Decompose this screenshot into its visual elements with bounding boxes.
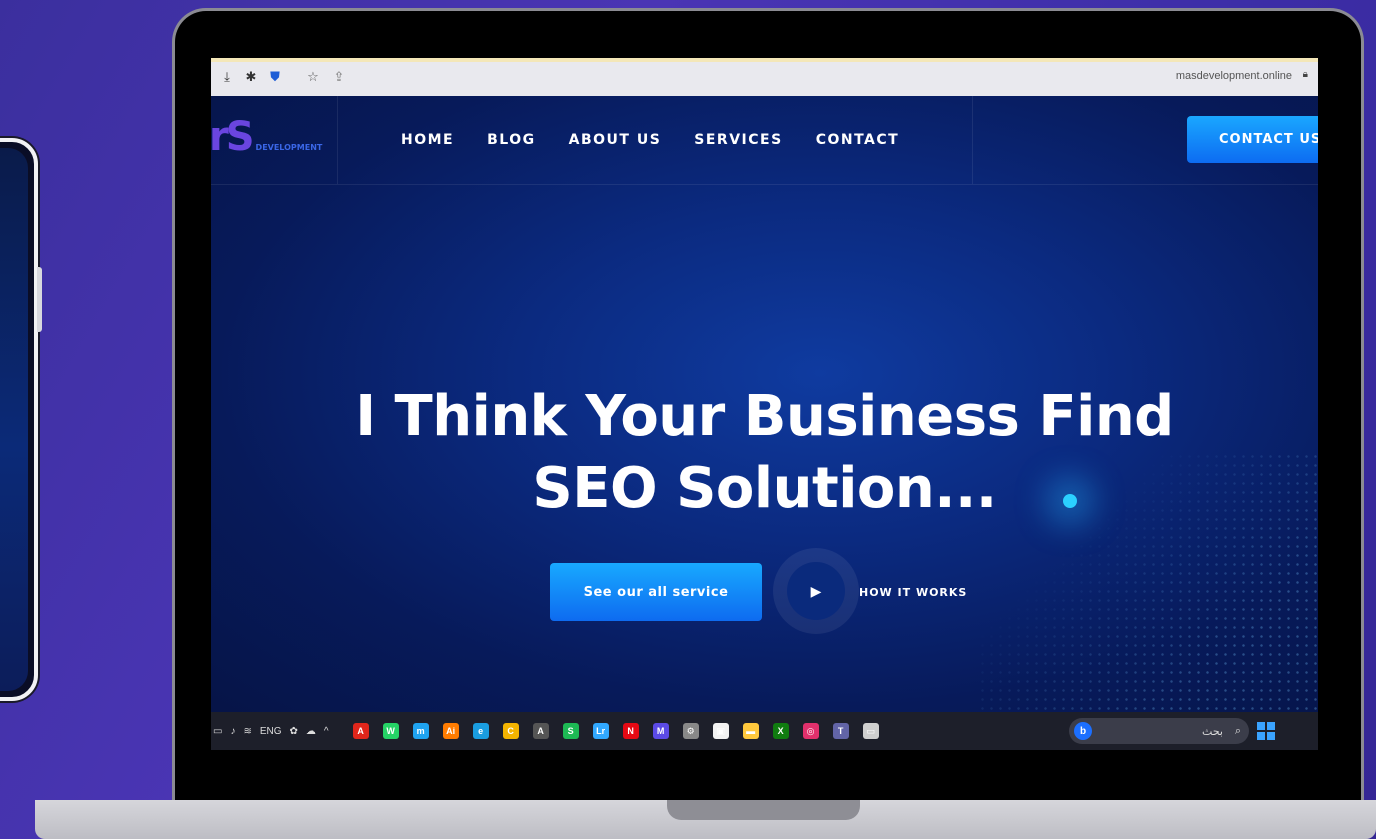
play-icon: ▶ <box>787 562 845 620</box>
main-nav: HOME BLOG ABOUT US SERVICES CONTACT <box>401 132 899 148</box>
bing-icon: b <box>1074 722 1092 740</box>
hero-line-1: I Think Your Business Find <box>355 384 1174 449</box>
xbox-icon[interactable]: X <box>772 723 789 739</box>
messenger-icon[interactable]: m <box>412 723 429 739</box>
app-a-icon[interactable]: A <box>532 723 549 739</box>
contact-us-button[interactable]: CONTACT US <box>1187 116 1318 163</box>
share-icon[interactable]: ⇪ <box>331 69 347 85</box>
lightroom-icon[interactable]: Lr <box>592 723 609 739</box>
browser-toolbar: ⤓ ✱ ⛊ ☆ ⇪ masdevelopment.online 🔒︎ <box>211 58 1318 96</box>
website-viewport: rS DEVELOPMENT HOME BLOG ABOUT US SERVICE… <box>211 96 1318 712</box>
window-icon[interactable]: ▭ <box>862 723 879 739</box>
netflix-icon[interactable]: N <box>622 723 639 739</box>
see-all-services-button[interactable]: See our all service <box>550 563 762 621</box>
edge-icon[interactable]: e <box>472 723 489 739</box>
laptop-screen: ⤓ ✱ ⛊ ☆ ⇪ masdevelopment.online 🔒︎ rS DEV… <box>211 58 1318 750</box>
hero-line-2: SEO Solution... <box>532 456 997 521</box>
language-indicator[interactable]: ENG <box>260 726 282 737</box>
taskbar-apps: A Wm Ai e C A S Lr N M ⚙ ▣ ▬ X ◎ T ▭ <box>352 723 879 739</box>
nav-services[interactable]: SERVICES <box>694 132 782 148</box>
windows-taskbar: ▭ ♪ ≋ ENG ✿ ☁ ^ A Wm Ai e C A S Lr N M ⚙ ▣ ▬ X ◎ T ▭ b ب… <box>211 712 1318 750</box>
teams-icon[interactable]: T <box>832 723 849 739</box>
spotify-icon[interactable]: S <box>562 723 579 739</box>
laptop-notch <box>667 800 860 820</box>
nav-blog[interactable]: BLOG <box>487 132 536 148</box>
phone-screen <box>0 148 28 691</box>
hero-title: I Think Your Business Find SEO Solution.… <box>211 381 1318 525</box>
settings-icon[interactable]: ⚙ <box>682 723 699 739</box>
nav-contact[interactable]: CONTACT <box>816 132 900 148</box>
taskbar-search[interactable]: b بحث ⌕ <box>1069 718 1249 744</box>
shield-icon[interactable]: ⛊ <box>267 69 283 85</box>
phone-side-button <box>37 267 42 332</box>
battery-icon[interactable]: ▭ <box>213 726 222 737</box>
whatsapp-icon[interactable]: W <box>382 723 399 739</box>
search-label: بحث <box>1202 725 1223 738</box>
nav-about-us[interactable]: ABOUT US <box>569 132 662 148</box>
nav-divider <box>972 96 973 184</box>
download-icon[interactable]: ⤓ <box>219 69 235 85</box>
logo-subtext: DEVELOPMENT <box>255 143 323 152</box>
search-icon: ⌕ <box>1234 724 1241 737</box>
system-tray: ▭ ♪ ≋ ENG ✿ ☁ ^ <box>213 726 329 737</box>
address-bar-url[interactable]: masdevelopment.online <box>1176 70 1292 82</box>
cloud-icon[interactable]: ☁ <box>306 726 316 737</box>
windows-start-icon[interactable] <box>1257 722 1275 740</box>
volume-icon[interactable]: ♪ <box>230 726 235 737</box>
store-icon[interactable]: ▣ <box>712 723 729 739</box>
extension-icon[interactable]: ✱ <box>243 69 259 85</box>
site-logo[interactable]: rS DEVELOPMENT <box>211 114 322 160</box>
notification-icon[interactable]: ✿ <box>290 726 298 737</box>
illustrator-icon[interactable]: Ai <box>442 723 459 739</box>
how-it-works-link[interactable]: HOW IT WORKS <box>859 586 967 599</box>
star-icon[interactable]: ☆ <box>305 69 321 85</box>
lock-icon: 🔒︎ <box>1302 69 1308 80</box>
phone-mockup <box>0 138 42 701</box>
browser-topline <box>211 58 1318 62</box>
app-m-icon[interactable]: M <box>652 723 669 739</box>
logo-text: rS <box>211 114 255 160</box>
play-video-button[interactable]: ▶ <box>773 548 859 634</box>
wifi-icon[interactable]: ≋ <box>243 726 251 737</box>
nav-home[interactable]: HOME <box>401 132 454 148</box>
nav-divider <box>337 96 338 184</box>
instagram-icon[interactable]: ◎ <box>802 723 819 739</box>
explorer-icon[interactable]: ▬ <box>742 723 759 739</box>
acrobat-icon[interactable]: A <box>352 723 369 739</box>
chevron-up-icon[interactable]: ^ <box>324 726 329 737</box>
chrome-icon[interactable]: C <box>502 723 519 739</box>
nav-bottom-line <box>211 184 1318 185</box>
